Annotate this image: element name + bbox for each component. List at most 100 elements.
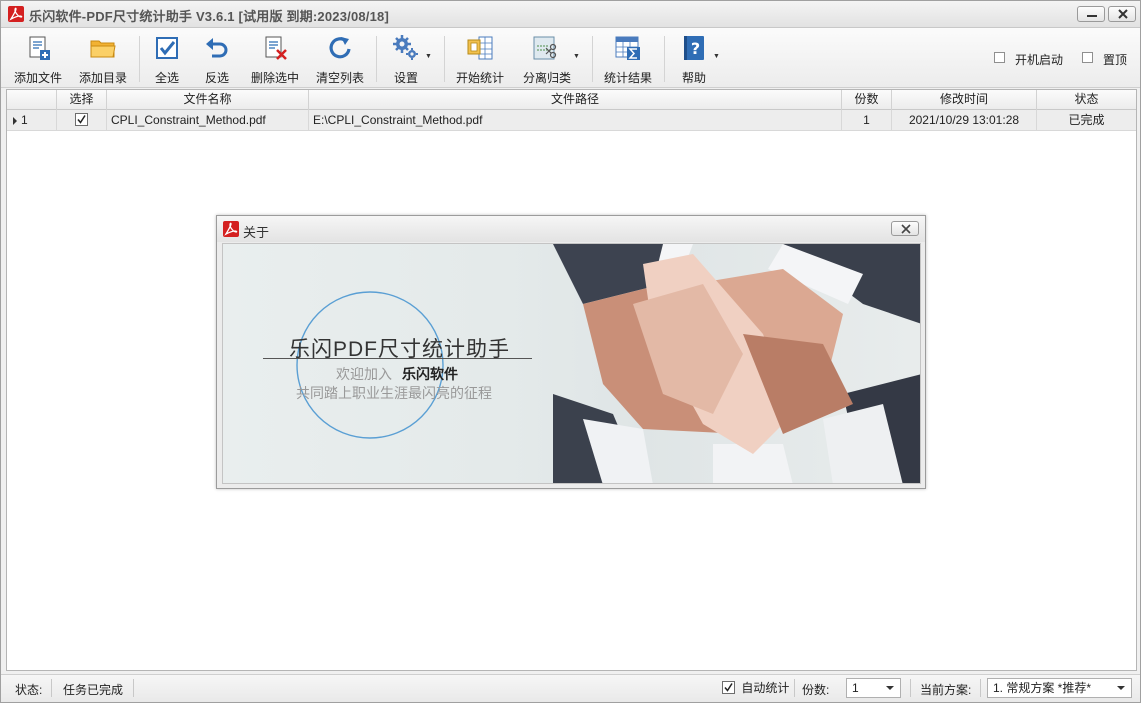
toolbar-separator xyxy=(444,36,445,82)
status-separator xyxy=(133,679,134,697)
split-classify-dropdown-icon: ▼ xyxy=(573,53,580,60)
banner-brand-name: 乐闪软件 xyxy=(402,366,458,382)
add-file-button[interactable]: 添加文件 xyxy=(8,31,68,87)
column-header-modified[interactable]: 修改时间 xyxy=(892,90,1037,110)
copies-select-value: 1 xyxy=(852,681,859,695)
folder-icon xyxy=(90,40,116,58)
settings-label: 设置 xyxy=(393,71,418,85)
grid-header: 选择 文件名称 文件路径 份数 修改时间 状态 xyxy=(7,90,1136,110)
about-banner: 乐闪PDF尺寸统计助手 欢迎加入 乐闪软件 共同踏上职业生涯最闪亮的征程 xyxy=(222,243,921,484)
app-window: 乐闪软件-PDF尺寸统计助手 V3.6.1 [试用版 到期:2023/08/18… xyxy=(0,0,1141,703)
row-filepath-cell: E:\CPLI_Constraint_Method.pdf xyxy=(309,110,842,130)
svg-text:?: ? xyxy=(691,39,700,58)
auto-stats-checkbox[interactable]: 自动统计 xyxy=(722,679,789,696)
delete-file-icon xyxy=(265,36,287,60)
table-row[interactable]: 1 CPLI_Constraint_Method.pdf E:\CPLI_Con… xyxy=(7,110,1136,131)
auto-stats-checked-icon[interactable] xyxy=(722,681,735,694)
column-header-filepath[interactable]: 文件路径 xyxy=(309,90,842,110)
column-header-copies[interactable]: 份数 xyxy=(842,90,892,110)
minimize-icon xyxy=(1087,15,1097,17)
stats-result-button[interactable]: 统计结果 xyxy=(599,31,657,87)
dialog-title: 关于 xyxy=(243,225,270,240)
dialog-title-bar[interactable]: 关于 xyxy=(217,216,925,242)
start-stats-button[interactable]: 开始统计 xyxy=(451,31,509,87)
scheme-select-value: 1. 常规方案 *推荐* xyxy=(993,681,1092,695)
status-bar: 状态: 任务已完成 自动统计 份数: 1 当前方案: 1. 常规方案 *推荐* xyxy=(1,674,1140,702)
close-button[interactable] xyxy=(1108,6,1136,22)
add-directory-label: 添加目录 xyxy=(78,71,127,85)
column-header-select[interactable]: 选择 xyxy=(57,90,107,110)
help-book-icon: ? xyxy=(684,36,704,60)
pdf-logo-icon xyxy=(8,6,24,22)
invert-selection-label: 反选 xyxy=(204,71,229,85)
banner-slogan: 共同踏上职业生涯最闪亮的征程 xyxy=(296,385,492,401)
settings-dropdown-icon: ▼ xyxy=(425,53,432,60)
stats-result-label: 统计结果 xyxy=(603,71,652,85)
header-indicator-column xyxy=(7,90,57,110)
dialog-close-button[interactable] xyxy=(891,221,919,236)
refresh-icon xyxy=(329,37,351,59)
column-header-filename[interactable]: 文件名称 xyxy=(107,90,309,110)
toolbar-separator xyxy=(664,36,665,82)
column-header-status[interactable]: 状态 xyxy=(1037,90,1136,110)
minimize-button[interactable] xyxy=(1077,6,1105,22)
close-icon xyxy=(1118,9,1128,19)
autostart-checkbox[interactable]: 开机启动 xyxy=(994,50,1063,67)
row-copies-cell: 1 xyxy=(842,110,892,130)
delete-selected-label: 删除选中 xyxy=(250,71,299,85)
delete-selected-button[interactable]: 删除选中 xyxy=(247,31,303,87)
row-pointer-icon xyxy=(13,117,17,125)
start-stats-icon xyxy=(467,36,493,60)
auto-stats-label: 自动统计 xyxy=(741,681,790,695)
toolbar-separator xyxy=(139,36,140,82)
scheme-label: 当前方案: xyxy=(920,683,972,697)
settings-button[interactable]: ▼ 设置 xyxy=(385,31,435,87)
toolbar-separator xyxy=(376,36,377,82)
row-modified-cell: 2021/10/29 13:01:28 xyxy=(892,110,1037,130)
row-filename-cell: CPLI_Constraint_Method.pdf xyxy=(107,110,309,130)
checkbox-checked-icon xyxy=(156,37,178,59)
status-separator xyxy=(980,679,981,697)
copies-label: 份数: xyxy=(802,683,830,697)
banner-welcome-line: 欢迎加入 乐闪软件 xyxy=(336,364,458,384)
pin-top-checkbox-box[interactable] xyxy=(1082,52,1093,64)
invert-selection-button[interactable]: 反选 xyxy=(196,31,238,87)
scheme-select[interactable]: 1. 常规方案 *推荐* xyxy=(987,678,1132,698)
status-text: 任务已完成 xyxy=(63,683,124,697)
copies-select[interactable]: 1 xyxy=(846,678,901,698)
help-dropdown-icon: ▼ xyxy=(713,53,720,60)
autostart-checkbox-box[interactable] xyxy=(994,52,1005,64)
pin-top-label: 置顶 xyxy=(1103,53,1128,67)
add-file-icon xyxy=(29,36,50,60)
window-title: 乐闪软件-PDF尺寸统计助手 V3.6.1 [试用版 到期:2023/08/18… xyxy=(29,9,389,24)
row-checkbox-checked-icon[interactable] xyxy=(75,112,88,126)
split-classify-label: 分离归类 xyxy=(522,71,571,85)
row-index-cell: 1 xyxy=(7,110,57,130)
banner-divider xyxy=(263,358,532,359)
banner-welcome-text: 欢迎加入 xyxy=(336,366,392,382)
row-status-cell: 已完成 xyxy=(1068,113,1105,127)
about-dialog: 关于 乐闪PDF尺寸统计助手 欢迎加入 乐闪软件 共同踏上职业生涯最闪亮的征程 xyxy=(216,215,926,489)
table-sum-icon xyxy=(615,36,640,60)
chevron-down-icon xyxy=(1117,686,1125,690)
help-button[interactable]: ? ▼ 帮助 xyxy=(673,31,723,87)
row-select-cell[interactable] xyxy=(57,110,107,130)
title-bar[interactable]: 乐闪软件-PDF尺寸统计助手 V3.6.1 [试用版 到期:2023/08/18… xyxy=(1,1,1140,28)
close-icon xyxy=(901,224,911,234)
status-separator xyxy=(910,679,911,697)
autostart-label: 开机启动 xyxy=(1015,53,1064,67)
add-file-label: 添加文件 xyxy=(13,71,62,85)
chevron-down-icon xyxy=(886,686,894,690)
split-classify-button[interactable]: ▼ 分离归类 xyxy=(517,31,585,87)
status-separator xyxy=(51,679,52,697)
teamwork-hands-illustration xyxy=(296,244,920,483)
status-separator xyxy=(794,679,795,697)
toolbar-separator xyxy=(592,36,593,82)
start-stats-label: 开始统计 xyxy=(455,71,504,85)
select-all-button[interactable]: 全选 xyxy=(146,31,188,87)
clear-list-button[interactable]: 清空列表 xyxy=(311,31,369,87)
pdf-logo-icon xyxy=(223,221,239,237)
clear-list-label: 清空列表 xyxy=(315,71,364,85)
pin-top-checkbox[interactable]: 置顶 xyxy=(1082,50,1127,67)
add-directory-button[interactable]: 添加目录 xyxy=(73,31,133,87)
